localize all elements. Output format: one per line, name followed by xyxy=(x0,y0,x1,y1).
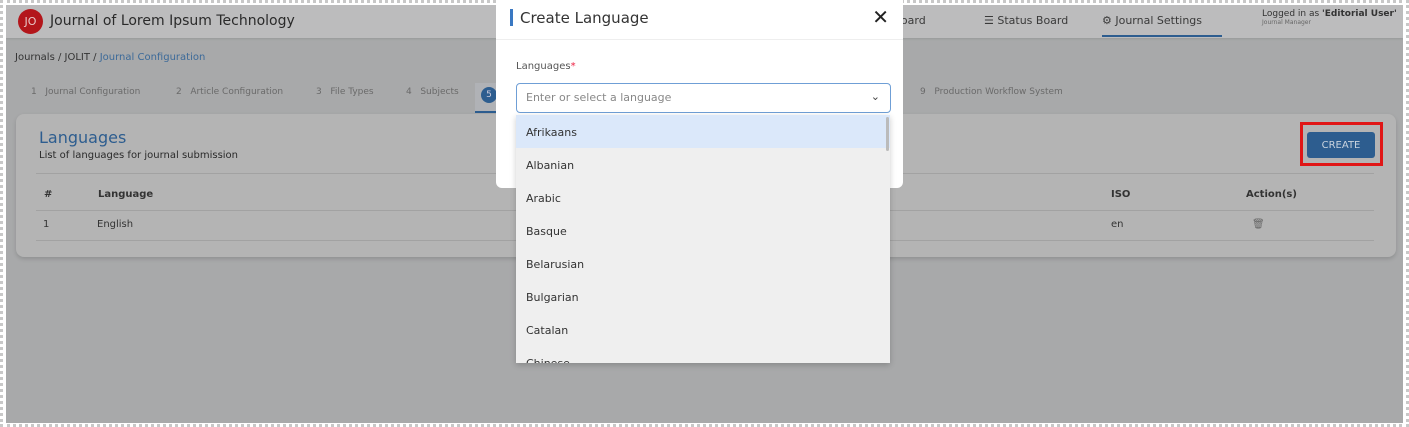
col-iso: ISO xyxy=(1111,189,1131,200)
col-num: # xyxy=(44,189,53,200)
title-accent xyxy=(510,9,513,26)
close-icon[interactable]: ✕ xyxy=(872,5,889,29)
col-language: Language xyxy=(98,189,154,200)
language-dropdown: Afrikaans Albanian Arabic Basque Belarus… xyxy=(516,115,890,363)
journal-title: Journal of Lorem Ipsum Technology xyxy=(50,13,295,29)
option-catalan[interactable]: Catalan xyxy=(516,313,890,346)
card-subtitle: List of languages for journal submission xyxy=(39,150,239,161)
col-actions: Action(s) xyxy=(1246,189,1297,200)
modal-title: Create Language xyxy=(520,9,649,27)
language-input-placeholder: Enter or select a language xyxy=(526,91,672,104)
trash-icon[interactable]: 🗑 xyxy=(1252,219,1265,230)
cell-language: English xyxy=(97,219,134,230)
language-select[interactable]: Enter or select a language ⌄ xyxy=(516,83,891,113)
cell-num: 1 xyxy=(43,219,50,230)
step-2[interactable]: 2 Article Configuration xyxy=(176,87,283,97)
card-title: Languages xyxy=(39,128,127,147)
step-3[interactable]: 3 File Types xyxy=(316,87,374,97)
option-belarusian[interactable]: Belarusian xyxy=(516,247,890,280)
step-9[interactable]: 9 Production Workflow System xyxy=(920,87,1063,97)
crumb-current: Journal Configuration xyxy=(99,52,206,63)
languages-label: Languages* xyxy=(516,61,576,72)
crumb-journals[interactable]: Journals xyxy=(15,52,55,63)
option-arabic[interactable]: Arabic xyxy=(516,181,890,214)
chevron-down-icon[interactable]: ⌄ xyxy=(871,90,880,103)
step-1[interactable]: 1 Journal Configuration xyxy=(31,87,140,97)
modal-header: Create Language ✕ xyxy=(496,0,903,40)
settings-icon: ⚙ xyxy=(1102,14,1116,27)
nav-journal-settings[interactable]: ⚙ Journal Settings xyxy=(1102,14,1222,37)
breadcrumb: Journals / JOLIT / Journal Configuration xyxy=(15,52,206,63)
cell-iso: en xyxy=(1111,219,1124,230)
status-board-icon: ☰ xyxy=(984,14,998,27)
option-chinese[interactable]: Chinese xyxy=(516,346,890,363)
journal-logo: JO xyxy=(18,9,43,34)
create-highlight: CREATE xyxy=(1300,122,1383,166)
option-basque[interactable]: Basque xyxy=(516,214,890,247)
option-albanian[interactable]: Albanian xyxy=(516,148,890,181)
dropdown-scrollbar[interactable] xyxy=(886,117,889,151)
crumb-jolit[interactable]: JOLIT xyxy=(65,52,90,63)
step-4[interactable]: 4 Subjects xyxy=(406,87,459,97)
user-info[interactable]: Logged in as 'Editorial User' Journal Man… xyxy=(1262,9,1397,26)
nav-status-board[interactable]: ☰ Status Board xyxy=(984,14,1068,27)
option-bulgarian[interactable]: Bulgarian xyxy=(516,280,890,313)
option-afrikaans[interactable]: Afrikaans xyxy=(516,115,890,148)
create-button[interactable]: CREATE xyxy=(1307,132,1375,158)
